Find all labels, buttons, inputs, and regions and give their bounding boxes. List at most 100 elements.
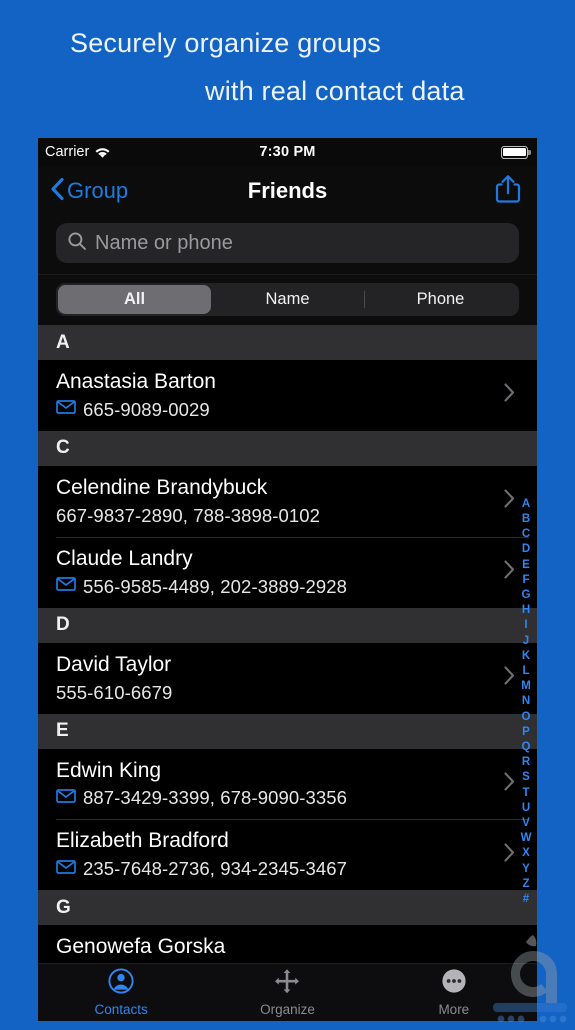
contact-subtitle: 665-9089-0029 [56, 399, 497, 421]
search-bar-container: Name or phone [38, 216, 537, 275]
contact-row[interactable]: Claude Landry 556-9585-4489, 202-3889-29… [38, 537, 537, 608]
contact-name: Anastasia Barton [56, 369, 497, 396]
segment-phone-label: Phone [417, 290, 465, 309]
contact-phone-numbers: 887-3429-3399, 678-9090-3356 [83, 787, 347, 809]
tab-more-label: More [438, 1002, 469, 1017]
tab-organize-label: Organize [260, 1002, 315, 1017]
section-header: D [38, 608, 537, 643]
contact-row[interactable]: Elizabeth Bradford 235-7648-2736, 934-23… [38, 819, 537, 890]
index-letter-g[interactable]: G [515, 588, 537, 603]
alphabet-index-bar[interactable]: ABCDEFGHIJKLMNOPQRSTUVWXYZ# [515, 409, 537, 995]
status-bar-right [501, 146, 528, 159]
contact-name: Claude Landry [56, 546, 497, 573]
contact-phone-numbers: 235-7648-2736, 934-2345-3467 [83, 858, 347, 880]
index-letter-h[interactable]: H [515, 603, 537, 618]
index-letter-i[interactable]: I [515, 618, 537, 633]
index-letter-j[interactable]: J [515, 634, 537, 649]
index-letter-u[interactable]: U [515, 801, 537, 816]
phone-screen: Carrier 7:30 PM Group [38, 138, 537, 1021]
index-letter-c[interactable]: C [515, 527, 537, 542]
promo-headline-line-1: Securely organize groups [70, 28, 381, 59]
contact-subtitle: 556-9585-4489, 202-3889-2928 [56, 576, 497, 598]
index-letter-hash[interactable]: # [515, 892, 537, 907]
index-letter-m[interactable]: M [515, 679, 537, 694]
mail-icon [56, 789, 76, 808]
filter-segmented-control[interactable]: All Name Phone [56, 283, 519, 316]
section-header-letter: G [56, 897, 71, 919]
segment-all[interactable]: All [58, 285, 211, 314]
tab-contacts[interactable]: Contacts [38, 968, 204, 1017]
index-letter-k[interactable]: K [515, 649, 537, 664]
index-letter-x[interactable]: X [515, 846, 537, 861]
contact-name: Elizabeth Bradford [56, 828, 497, 855]
ellipsis-circle-icon [441, 968, 467, 999]
index-letter-z[interactable]: Z [515, 877, 537, 892]
index-letter-y[interactable]: Y [515, 862, 537, 877]
contact-phone-numbers: 556-9585-4489, 202-3889-2928 [83, 576, 347, 598]
status-bar: Carrier 7:30 PM [38, 138, 537, 166]
person-circle-icon [108, 968, 134, 999]
index-letter-t[interactable]: T [515, 786, 537, 801]
index-letter-r[interactable]: R [515, 755, 537, 770]
contact-name: Celendine Brandybuck [56, 475, 497, 502]
contact-subtitle: 235-7648-2736, 934-2345-3467 [56, 858, 497, 880]
status-bar-time: 7:30 PM [38, 144, 537, 160]
filter-segmented-container: All Name Phone [38, 275, 537, 325]
segment-all-label: All [124, 290, 145, 309]
index-letter-w[interactable]: W [515, 831, 537, 846]
promo-headline-line-2: with real contact data [205, 76, 465, 107]
search-input[interactable]: Name or phone [56, 223, 519, 263]
section-header: G [38, 890, 537, 925]
mail-icon [56, 577, 76, 596]
index-letter-f[interactable]: F [515, 573, 537, 588]
chevron-right-icon [504, 489, 515, 513]
contact-row[interactable]: Celendine Brandybuck 667-9837-2890, 788-… [38, 466, 537, 537]
index-letter-b[interactable]: B [515, 512, 537, 527]
index-letter-e[interactable]: E [515, 558, 537, 573]
contact-list[interactable]: A Anastasia Barton 665-9089-0029 C [38, 325, 537, 1017]
contact-name: Edwin King [56, 758, 497, 785]
segment-name[interactable]: Name [211, 285, 364, 314]
section-header-letter: D [56, 614, 70, 636]
segment-phone[interactable]: Phone [364, 285, 517, 314]
mail-icon [56, 400, 76, 419]
chevron-right-icon [504, 666, 515, 690]
contact-row[interactable]: David Taylor 555-610-6679 [38, 643, 537, 714]
contact-subtitle: 887-3429-3399, 678-9090-3356 [56, 787, 497, 809]
tab-more[interactable]: More [371, 968, 537, 1017]
chevron-right-icon [504, 560, 515, 584]
contact-name: David Taylor [56, 652, 497, 679]
contact-row[interactable]: Edwin King 887-3429-3399, 678-9090-3356 [38, 749, 537, 820]
section-header: C [38, 431, 537, 466]
index-letter-v[interactable]: V [515, 816, 537, 831]
section-header-letter: C [56, 437, 70, 459]
promo-banner: Securely organize groups with real conta… [0, 0, 575, 138]
contact-subtitle: 667-9837-2890, 788-3898-0102 [56, 505, 497, 527]
mail-icon [56, 860, 76, 879]
share-icon [495, 191, 521, 208]
index-letter-s[interactable]: S [515, 770, 537, 785]
index-letter-d[interactable]: D [515, 542, 537, 557]
share-button[interactable] [495, 174, 521, 209]
battery-full-icon [501, 146, 528, 159]
index-letter-a[interactable]: A [515, 497, 537, 512]
contact-subtitle: 555-610-6679 [56, 682, 497, 704]
chevron-right-icon [504, 843, 515, 867]
index-letter-n[interactable]: N [515, 694, 537, 709]
bottom-tab-bar: Contacts Organize More [38, 963, 537, 1021]
tab-contacts-label: Contacts [95, 1002, 148, 1017]
contact-phone-numbers: 555-610-6679 [56, 682, 172, 704]
chevron-right-icon [504, 772, 515, 796]
contact-row[interactable]: Anastasia Barton 665-9089-0029 [38, 360, 537, 431]
contact-name: Genowefa Gorska [56, 934, 497, 961]
index-letter-o[interactable]: O [515, 710, 537, 725]
index-letter-q[interactable]: Q [515, 740, 537, 755]
section-header-letter: E [56, 720, 69, 742]
navigation-bar: Group Friends [38, 166, 537, 216]
chevron-right-icon [504, 383, 515, 407]
segment-name-label: Name [265, 290, 309, 309]
index-letter-p[interactable]: P [515, 725, 537, 740]
index-letter-l[interactable]: L [515, 664, 537, 679]
tab-organize[interactable]: Organize [204, 968, 370, 1017]
page-title: Friends [38, 178, 537, 204]
